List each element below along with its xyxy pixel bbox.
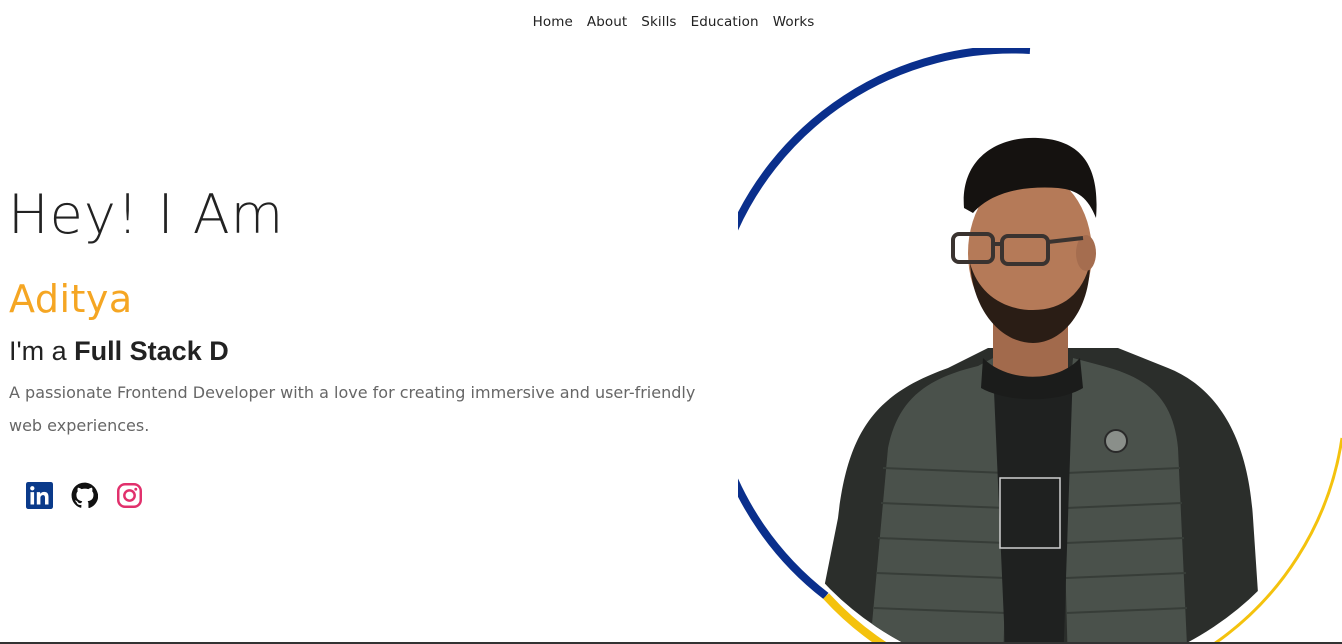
nav-skills[interactable]: Skills — [634, 14, 683, 30]
linkedin-icon[interactable] — [26, 482, 53, 509]
github-icon[interactable] — [71, 482, 98, 509]
portrait-area — [738, 48, 1342, 644]
hero-name: Aditya — [9, 277, 133, 321]
nav-about[interactable]: About — [580, 14, 634, 30]
hero-description: A passionate Frontend Developer with a l… — [9, 383, 696, 435]
hero-greeting: Hey! I Am — [8, 183, 285, 246]
page: Home About Skills Education Works Hey! I… — [0, 0, 1342, 644]
hero-role: I'm a Full Stack D — [9, 338, 229, 365]
social-links — [26, 482, 143, 509]
instagram-icon[interactable] — [116, 482, 143, 509]
nav-works[interactable]: Works — [766, 14, 822, 30]
top-nav: Home About Skills Education Works — [0, 14, 1342, 30]
role-typed-text: Full Stack D — [74, 336, 229, 366]
nav-education[interactable]: Education — [684, 14, 766, 30]
portrait-ring — [738, 48, 1342, 644]
person-photo — [808, 137, 1263, 644]
nav-home[interactable]: Home — [526, 14, 580, 30]
role-prefix: I'm a — [9, 336, 75, 366]
